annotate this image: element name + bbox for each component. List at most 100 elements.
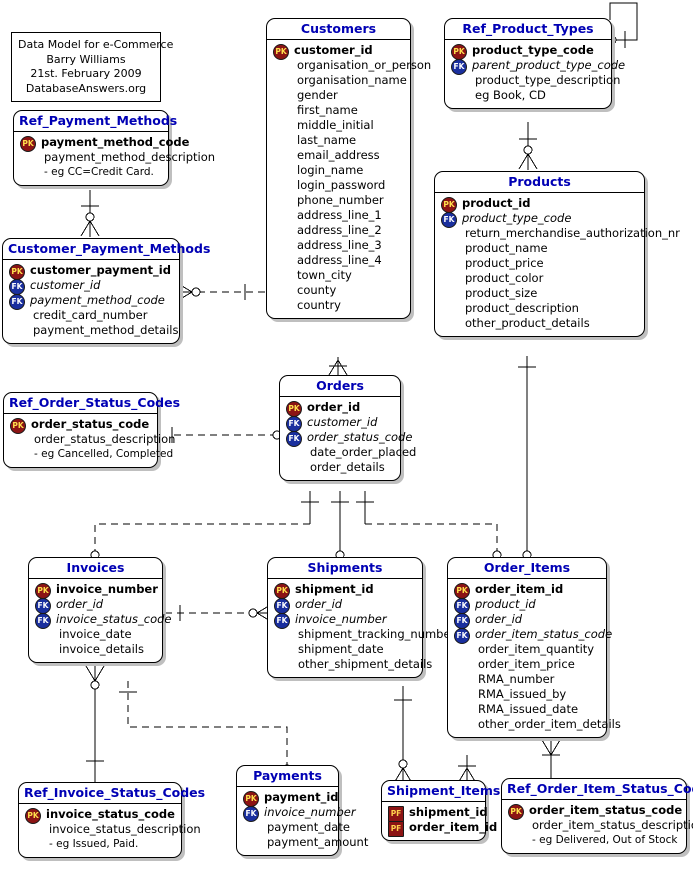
attribute-row[interactable]: FK invoice_status_code: [33, 612, 172, 629]
attribute-row[interactable]: gender: [271, 88, 406, 103]
attribute-row[interactable]: FK order_item_status_code: [452, 627, 612, 644]
attribute-row[interactable]: PK customer_payment_id: [7, 263, 175, 280]
attribute-row[interactable]: product_description: [439, 301, 640, 316]
entity-shipments[interactable]: Shipments PK shipment_id FK order_id FK inv…: [267, 557, 455, 678]
entity-title: Customers: [267, 19, 410, 40]
entity-products[interactable]: Products PK product_id FK product_type_cod…: [434, 171, 680, 337]
attribute-row[interactable]: address_line_3: [271, 238, 406, 253]
attribute-row[interactable]: order_status_description: [8, 432, 175, 447]
entity-title: Orders: [280, 376, 400, 397]
attribute-row[interactable]: order_item_quantity: [452, 642, 602, 657]
attribute-row[interactable]: PK customer_id: [271, 43, 406, 60]
attribute-row[interactable]: payment_date: [241, 820, 350, 835]
attribute-row: - eg Cancelled, Completed: [8, 447, 173, 462]
attribute-row[interactable]: last_name: [271, 133, 406, 148]
attribute-row[interactable]: other_shipment_details: [272, 657, 432, 672]
entity-ref-payment-methods[interactable]: Ref_Payment_Methods PK payment_method_cod…: [13, 110, 215, 186]
entity-customers[interactable]: Customers PK customer_id organisation_or_…: [266, 18, 431, 319]
attribute-row[interactable]: PK order_status_code: [8, 417, 153, 434]
attribute-row[interactable]: shipment_date: [272, 642, 418, 657]
attribute-row[interactable]: FK parent_product_type_code: [449, 58, 625, 75]
attribute-row[interactable]: FK order_id: [452, 612, 602, 629]
attribute-row[interactable]: login_password: [271, 178, 406, 193]
attribute-row[interactable]: product_name: [439, 241, 640, 256]
attribute-name: customer_id: [307, 415, 378, 429]
attribute-row[interactable]: invoice_details: [33, 642, 158, 657]
entity-ref-invoice-status-codes[interactable]: Ref_Invoice_Status_Codes PK invoice_statu…: [18, 782, 205, 858]
entity-invoices[interactable]: Invoices PK invoice_number FK order_id FK i…: [28, 557, 172, 663]
attribute-row[interactable]: address_line_4: [271, 253, 406, 268]
attribute-row[interactable]: PK payment_method_code: [18, 135, 189, 152]
attribute-row[interactable]: PF order_item_id: [386, 820, 497, 837]
attribute-row[interactable]: PK invoice_number: [33, 582, 158, 599]
attribute-row[interactable]: FK invoice_number: [241, 805, 356, 822]
attribute-row[interactable]: country: [271, 298, 406, 313]
entity-payments[interactable]: Payments PK payment_id FK invoice_number p…: [236, 765, 368, 856]
attribute-row[interactable]: FK payment_method_code: [7, 293, 175, 310]
entity-shipment-items[interactable]: Shipment_Items PF shipment_id PF order_ite…: [381, 780, 500, 841]
attribute-row[interactable]: product_size: [439, 286, 640, 301]
entity-order-items[interactable]: Order_Items PK order_item_id FK product_id…: [447, 557, 621, 738]
entity-ref-product-types[interactable]: Ref_Product_Types PK product_type_code FK…: [444, 18, 625, 109]
attribute-row[interactable]: county: [271, 283, 406, 298]
attribute-row[interactable]: PK invoice_status_code: [23, 807, 177, 824]
attribute-row[interactable]: first_name: [271, 103, 406, 118]
attribute-row[interactable]: PK shipment_id: [272, 582, 418, 599]
attribute-row[interactable]: organisation_name: [271, 73, 407, 88]
attribute-row[interactable]: product_color: [439, 271, 640, 286]
attribute-row[interactable]: return_merchandise_authorization_nr: [439, 226, 680, 241]
attribute-row[interactable]: PK order_item_status_code: [506, 803, 682, 820]
attribute-row[interactable]: login_name: [271, 163, 406, 178]
attribute-row[interactable]: email_address: [271, 148, 406, 163]
attribute-row[interactable]: RMA_issued_date: [452, 702, 602, 717]
entity-customer-payment-methods[interactable]: Customer_Payment_Methods PK customer_paym…: [2, 238, 210, 344]
attribute-row[interactable]: invoice_status_description: [23, 822, 201, 837]
attribute-name: - eg Cancelled, Completed: [34, 448, 174, 460]
attribute-name: product_type_code: [462, 211, 572, 225]
entity-title: Ref_Order_Status_Codes: [4, 393, 180, 414]
attribute-name: middle_initial: [297, 118, 374, 132]
attribute-row[interactable]: invoice_date: [33, 627, 158, 642]
attribute-row[interactable]: RMA_number: [452, 672, 602, 687]
attribute-row[interactable]: payment_method_details: [7, 323, 178, 338]
entity-ref-order-status-codes[interactable]: Ref_Order_Status_Codes PK order_status_co…: [3, 392, 180, 468]
attribute-name: - eg CC=Credit Card.: [44, 166, 154, 178]
attribute-row[interactable]: shipment_tracking_number: [272, 627, 455, 642]
attribute-row[interactable]: order_item_price: [452, 657, 602, 672]
attribute-row[interactable]: credit_card_number: [7, 308, 175, 323]
attribute-row[interactable]: order_details: [284, 460, 396, 475]
attribute-row[interactable]: FK order_id: [33, 597, 158, 614]
attribute-row[interactable]: FK invoice_number: [272, 612, 418, 629]
attribute-row[interactable]: FK order_status_code: [284, 430, 412, 447]
attribute-row[interactable]: town_city: [271, 268, 406, 283]
attribute-row[interactable]: date_order_placed: [284, 445, 416, 460]
entity-ref-order-item-status-codes[interactable]: Ref_Order_Item_Status_Codes PKorder_item…: [501, 778, 693, 854]
attribute-name: address_line_3: [297, 238, 382, 252]
attribute-row[interactable]: PK product_id: [439, 196, 640, 213]
attribute-row[interactable]: order_item_status_description: [506, 818, 693, 833]
attribute-row[interactable]: organisation_or_person: [271, 58, 431, 73]
attribute-row[interactable]: FK order_id: [272, 597, 418, 614]
attribute-row[interactable]: FK customer_id: [284, 415, 396, 432]
attribute-row[interactable]: FK customer_id: [7, 278, 175, 295]
attribute-row[interactable]: middle_initial: [271, 118, 406, 133]
attribute-row[interactable]: PK product_type_code: [449, 43, 607, 60]
attribute-row[interactable]: phone_number: [271, 193, 406, 208]
attribute-row[interactable]: address_line_1: [271, 208, 406, 223]
attribute-row[interactable]: product_type_description: [449, 73, 620, 88]
attribute-row[interactable]: PK order_item_id: [452, 582, 602, 599]
attribute-name: product_name: [465, 241, 548, 255]
attribute-row[interactable]: PK payment_id: [241, 790, 339, 807]
attribute-row[interactable]: other_product_details: [439, 316, 640, 331]
attribute-row[interactable]: FK product_id: [452, 597, 602, 614]
attribute-row[interactable]: PK order_id: [284, 400, 396, 417]
attribute-row[interactable]: product_price: [439, 256, 640, 271]
entity-orders[interactable]: Orders PK order_id FK customer_id FK order_…: [279, 375, 416, 481]
attribute-row[interactable]: PF shipment_id: [386, 805, 488, 822]
attribute-row[interactable]: RMA_issued_by: [452, 687, 602, 702]
attribute-row[interactable]: payment_amount: [241, 835, 368, 850]
attribute-row[interactable]: other_order_item_details: [452, 717, 621, 732]
attribute-row[interactable]: address_line_2: [271, 223, 406, 238]
attribute-row[interactable]: payment_method_description: [18, 150, 215, 165]
attribute-row[interactable]: FK product_type_code: [439, 211, 640, 228]
